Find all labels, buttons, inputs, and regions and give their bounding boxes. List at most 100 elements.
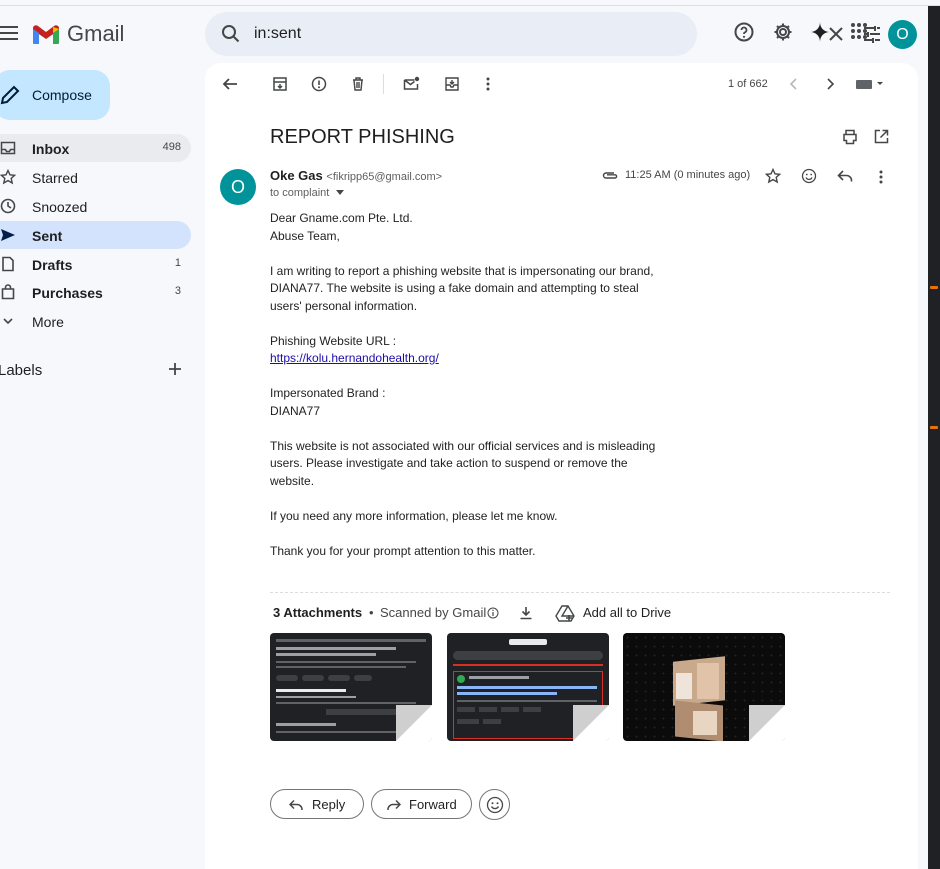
body-paragraph: Thank you for your prompt attention to t… xyxy=(270,543,536,558)
compose-button[interactable]: Compose xyxy=(0,70,110,120)
older-chevron-right-icon[interactable] xyxy=(824,76,836,92)
apps-grid-icon[interactable] xyxy=(850,22,868,40)
add-to-drive-icon[interactable] xyxy=(555,603,575,623)
attachments-separator: • xyxy=(369,605,374,620)
body-paragraph: I am writing to report a phishing websit… xyxy=(270,263,654,313)
emoji-reaction-button[interactable] xyxy=(479,789,510,820)
greeting-line: Dear Gname.com Pte. Ltd. xyxy=(270,211,413,225)
input-tools-keyboard-icon[interactable] xyxy=(855,79,885,89)
inbox-icon xyxy=(0,141,16,155)
gemini-sparkle-icon[interactable] xyxy=(810,22,830,42)
star-icon[interactable] xyxy=(765,168,781,184)
search-input[interactable] xyxy=(254,23,614,45)
sender-avatar[interactable]: O xyxy=(220,169,256,205)
page-fold xyxy=(396,705,432,741)
toolbar-divider xyxy=(383,74,384,94)
sender-email: <fikripp65@gmail.com> xyxy=(326,171,443,183)
shopping-bag-icon xyxy=(1,284,15,300)
recipient-line[interactable]: to complaint xyxy=(270,187,345,199)
pencil-icon xyxy=(0,85,20,105)
sidebar-item-purchases[interactable]: Purchases 3 xyxy=(0,278,191,306)
print-icon[interactable] xyxy=(842,129,858,145)
greeting-line: Abuse Team, xyxy=(270,228,340,243)
brand-value: DIANA77 xyxy=(270,403,321,418)
labels-heading: Labels xyxy=(0,362,43,379)
sidebar-item-label: Starred xyxy=(32,170,78,186)
report-spam-icon[interactable] xyxy=(311,76,327,92)
browser-top-edge xyxy=(0,0,940,6)
sidebar-item-inbox[interactable]: Inbox 498 xyxy=(0,134,191,162)
attachment-thumbnail-2[interactable] xyxy=(447,633,609,741)
attachment-thumbnail-1[interactable] xyxy=(270,633,432,741)
body-paragraph: This website is not associated with our … xyxy=(270,438,656,488)
move-to-icon[interactable] xyxy=(444,76,460,92)
add-label-plus-icon[interactable] xyxy=(167,361,183,377)
sidebar-item-label: Drafts xyxy=(32,257,73,273)
sidebar-item-starred[interactable]: Starred xyxy=(0,163,191,191)
send-icon xyxy=(1,229,15,241)
sidebar-item-more[interactable]: More xyxy=(0,307,191,335)
star-icon xyxy=(0,169,16,185)
add-all-to-drive-link[interactable]: Add all to Drive xyxy=(583,605,671,620)
sender-name: Oke Gas xyxy=(270,168,323,183)
account-avatar[interactable]: O xyxy=(888,20,917,49)
delete-trash-icon[interactable] xyxy=(350,76,366,92)
reply-label: Reply xyxy=(312,797,346,812)
back-arrow-icon[interactable] xyxy=(222,76,238,92)
forward-label: Forward xyxy=(409,797,457,812)
sidebar-item-drafts[interactable]: Drafts 1 xyxy=(0,250,191,278)
email-subject: REPORT PHISHING xyxy=(270,126,455,148)
more-vert-icon[interactable] xyxy=(485,76,491,92)
gmail-logo[interactable]: Gmail xyxy=(33,21,124,47)
sidebar-item-label: More xyxy=(32,314,64,330)
phishing-url-link[interactable]: https://kolu.hernandohealth.org/ xyxy=(270,351,439,365)
page-fold xyxy=(573,705,609,741)
sidebar-item-label: Purchases xyxy=(32,285,103,301)
clock-icon xyxy=(0,198,16,214)
sidebar-item-label: Sent xyxy=(32,228,63,244)
chevron-down-icon xyxy=(3,318,13,325)
forward-button[interactable]: Forward xyxy=(371,789,472,819)
url-label: Phishing Website URL : xyxy=(270,333,397,348)
scanned-by-gmail: Scanned by Gmail xyxy=(380,605,487,620)
main-menu-icon[interactable] xyxy=(0,26,18,44)
reply-button[interactable]: Reply xyxy=(270,789,364,819)
attachments-title: 3 Attachments xyxy=(273,605,363,620)
draft-icon xyxy=(2,256,14,272)
mark-unread-icon[interactable] xyxy=(403,76,420,92)
support-icon[interactable] xyxy=(734,22,754,42)
pagination-text: 1 of 662 xyxy=(728,78,768,90)
sidebar-item-label: Inbox xyxy=(32,141,70,157)
reply-arrow-icon[interactable] xyxy=(837,169,853,183)
settings-gear-icon[interactable] xyxy=(773,22,793,42)
attachment-thumbnail-3[interactable] xyxy=(623,633,785,741)
reply-icon xyxy=(289,799,303,810)
search-bar[interactable] xyxy=(205,12,880,56)
sender-block[interactable]: Oke Gas <fikripp65@gmail.com> xyxy=(270,168,442,183)
smiley-icon xyxy=(486,796,503,813)
search-icon[interactable] xyxy=(221,24,241,44)
unread-count: 498 xyxy=(162,141,181,153)
info-icon[interactable] xyxy=(487,607,499,619)
item-count: 3 xyxy=(174,285,181,297)
download-all-icon[interactable] xyxy=(518,605,534,621)
sidebar-item-snoozed[interactable]: Snoozed xyxy=(0,192,191,220)
item-count: 1 xyxy=(174,257,181,269)
newer-chevron-left-icon[interactable] xyxy=(788,76,800,92)
add-reaction-emoji-icon[interactable] xyxy=(801,168,817,184)
app-name: Gmail xyxy=(67,21,125,46)
more-options-vert-icon[interactable] xyxy=(878,169,884,185)
show-details-dropdown-icon[interactable] xyxy=(336,190,345,196)
gmail-m-icon xyxy=(33,25,59,44)
open-in-new-window-icon[interactable] xyxy=(874,129,889,144)
recipient-text: to complaint xyxy=(270,187,330,199)
page-fold xyxy=(749,705,785,741)
sidebar-item-sent[interactable]: Sent xyxy=(0,221,191,249)
email-body: Dear Gname.com Pte. Ltd. Abuse Team, I a… xyxy=(270,210,660,578)
side-panel-edge xyxy=(928,6,940,869)
message-view: 1 of 662 REPORT PHISHING O Oke Gas <fikr… xyxy=(205,63,918,869)
brand-label: Impersonated Brand : xyxy=(270,386,386,400)
sidebar-item-label: Snoozed xyxy=(32,199,88,215)
archive-icon[interactable] xyxy=(272,76,288,92)
forward-icon xyxy=(387,799,401,810)
